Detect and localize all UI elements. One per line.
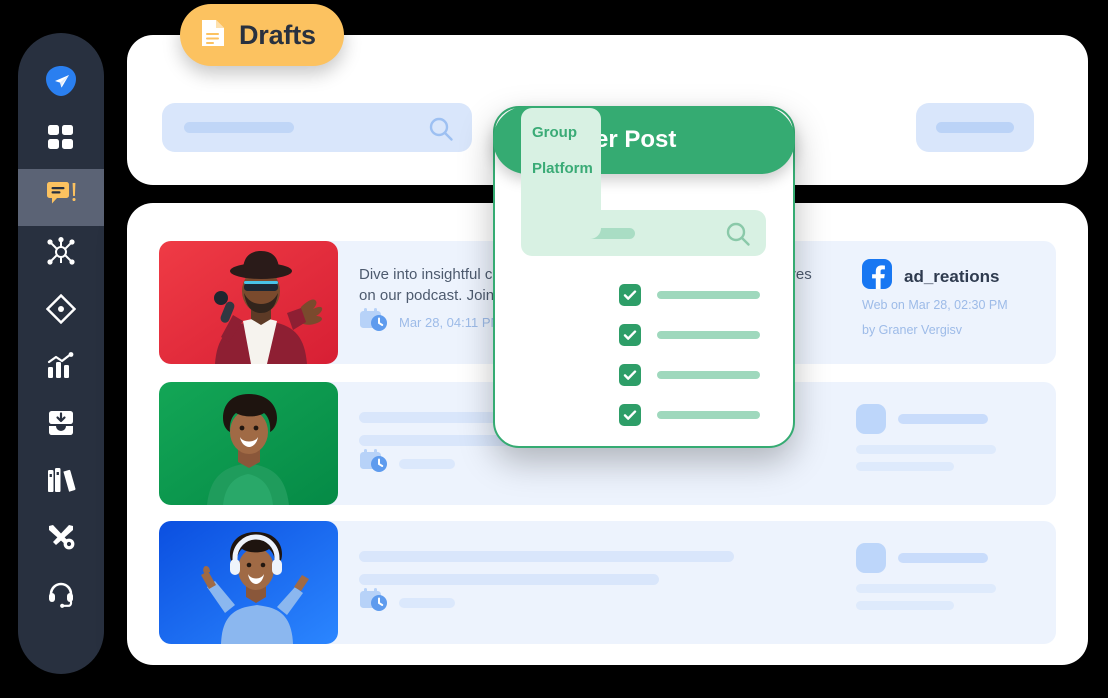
paper-plane-icon <box>44 64 78 103</box>
search-icon[interactable] <box>428 116 454 147</box>
checkbox-checked-icon[interactable] <box>619 284 641 306</box>
post-schedule <box>359 448 455 479</box>
filter-tab-group[interactable]: Group <box>532 124 601 141</box>
sidebar-item-send[interactable] <box>18 55 104 112</box>
checkbox-checked-icon[interactable] <box>619 364 641 386</box>
sidebar-item-analytics[interactable] <box>18 340 104 397</box>
checkbox-checked-icon[interactable] <box>619 404 641 426</box>
search-input[interactable] <box>162 103 472 152</box>
app-root: Drafts Dive into insightful on our podca… <box>0 0 1108 698</box>
avatar <box>856 404 886 434</box>
filter-option-label-skeleton <box>657 291 760 299</box>
search-placeholder-bar <box>184 122 294 133</box>
avatar <box>856 543 886 573</box>
books-library-icon <box>46 466 76 499</box>
filter-option-label-skeleton <box>657 371 760 379</box>
post-account <box>848 382 1038 505</box>
bar-chart-trend-icon <box>46 352 76 385</box>
post-account-line-skeleton <box>856 601 954 610</box>
toolbar-action-button[interactable] <box>916 103 1034 152</box>
tools-wrench-icon <box>46 523 76 556</box>
table-row[interactable] <box>159 521 1056 644</box>
post-account: ad_reations Web on Mar 28, 02:30 PM by G… <box>840 241 1050 364</box>
search-icon[interactable] <box>725 221 751 252</box>
list-item[interactable] <box>619 404 760 426</box>
post-schedule: Mar 28, 04:11 PM <box>359 307 501 338</box>
filter-option-label-skeleton <box>657 331 760 339</box>
post-schedule-skeleton <box>399 597 455 608</box>
post-account-line-skeleton <box>856 462 954 471</box>
post-account-name: ad_reations <box>904 266 1000 286</box>
drafts-tab-label: Drafts <box>239 19 316 50</box>
filter-tab-platform[interactable]: Platform <box>532 160 601 177</box>
sidebar-item-library[interactable] <box>18 454 104 511</box>
sidebar-item-tools[interactable] <box>18 511 104 568</box>
filter-option-label-skeleton <box>657 411 760 419</box>
network-nodes-icon <box>46 237 76 272</box>
facebook-icon <box>862 259 892 294</box>
document-icon <box>200 18 226 53</box>
compass-diamond-icon <box>45 293 77 329</box>
filter-category-tabs: Group Platform <box>521 108 601 239</box>
toolbar-action-label-bar <box>936 122 1014 133</box>
sidebar-item-support[interactable] <box>18 568 104 625</box>
post-account-name-skeleton <box>898 414 988 424</box>
sidebar-item-posts[interactable] <box>18 169 104 226</box>
checkbox-checked-icon[interactable] <box>619 324 641 346</box>
sidebar-item-compass[interactable] <box>18 283 104 340</box>
calendar-clock-icon <box>359 448 389 479</box>
list-item[interactable] <box>619 284 760 306</box>
calendar-clock-icon <box>359 307 389 338</box>
post-account <box>848 521 1038 644</box>
post-caption-skeleton-line <box>359 574 659 585</box>
drafts-tab[interactable]: Drafts <box>180 4 344 66</box>
sidebar-item-network[interactable] <box>18 226 104 283</box>
smiling-woman-green-background-photo <box>159 382 338 505</box>
post-account-source: Web on Mar 28, 02:30 PM <box>862 298 1008 312</box>
post-content <box>359 521 829 644</box>
sidebar-item-dashboard[interactable] <box>18 112 104 169</box>
post-account-line-skeleton <box>856 445 996 454</box>
post-account-author: by Graner Vergisv <box>862 323 963 337</box>
post-caption-skeleton-line <box>359 551 734 562</box>
dancing-woman-blue-background-photo <box>159 521 338 644</box>
post-schedule-skeleton <box>399 458 455 469</box>
singer-red-background-photo <box>159 241 338 364</box>
grid-dashboard-icon <box>47 124 75 157</box>
sidebar-item-inbox[interactable] <box>18 397 104 454</box>
post-schedule-time: Mar 28, 04:11 PM <box>399 315 502 330</box>
filter-options-list <box>619 284 760 444</box>
post-account-line-skeleton <box>856 584 996 593</box>
post-account-name-skeleton <box>898 553 988 563</box>
headset-support-icon <box>47 580 75 613</box>
post-schedule <box>359 587 455 618</box>
list-item[interactable] <box>619 364 760 386</box>
list-item[interactable] <box>619 324 760 346</box>
filter-panel: Filter Post Group Platform <box>493 106 795 448</box>
post-account-header: ad_reations <box>862 259 999 294</box>
sidebar <box>18 33 104 674</box>
calendar-clock-icon <box>359 587 389 618</box>
inbox-download-icon <box>47 409 75 442</box>
comment-edit-icon <box>45 181 77 214</box>
